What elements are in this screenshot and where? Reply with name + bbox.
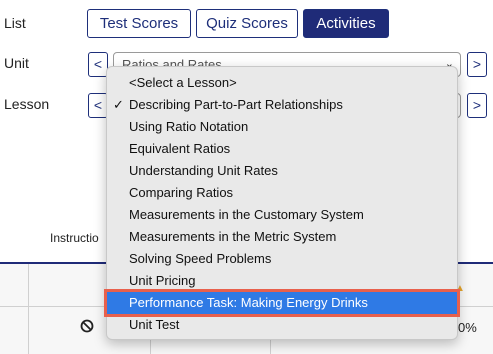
dropdown-option-selected[interactable]: Performance Task: Making Energy Drinks	[104, 289, 460, 317]
no-entry-icon	[80, 319, 94, 336]
dropdown-option[interactable]: Using Ratio Notation	[107, 116, 457, 138]
dropdown-option[interactable]: Unit Pricing	[107, 270, 457, 292]
lesson-dropdown-menu: <Select a Lesson> ✓ Describing Part-to-Pa…	[104, 66, 460, 340]
dropdown-option[interactable]: Measurements in the Customary System	[107, 204, 457, 226]
lesson-label: Lesson	[4, 96, 50, 112]
dropdown-option[interactable]: Understanding Unit Rates	[107, 160, 457, 182]
dropdown-option[interactable]: Equivalent Ratios	[107, 138, 457, 160]
tab-quiz-scores[interactable]: Quiz Scores	[196, 9, 298, 38]
dropdown-option[interactable]: <Select a Lesson>	[107, 72, 457, 94]
tab-test-scores[interactable]: Test Scores	[87, 9, 191, 38]
lesson-next-button[interactable]: >	[467, 93, 487, 118]
unit-next-button[interactable]: >	[467, 52, 487, 77]
tab-activities[interactable]: Activities	[303, 9, 389, 38]
dropdown-option[interactable]: Solving Speed Problems	[107, 248, 457, 270]
dropdown-option[interactable]: Unit Test	[107, 314, 457, 336]
dropdown-option[interactable]: Measurements in the Metric System	[107, 226, 457, 248]
percent-cell: 0%	[458, 320, 477, 335]
checkmark-icon: ✓	[113, 97, 124, 112]
table-divider	[28, 264, 29, 354]
dropdown-option[interactable]: ✓ Describing Part-to-Part Relationships	[107, 94, 457, 116]
unit-prev-button[interactable]: <	[88, 52, 108, 77]
instructions-label: Instructio	[50, 231, 99, 245]
unit-label: Unit	[4, 55, 29, 71]
lesson-prev-button[interactable]: <	[88, 93, 108, 118]
list-label: List	[4, 15, 26, 31]
dropdown-option[interactable]: Comparing Ratios	[107, 182, 457, 204]
